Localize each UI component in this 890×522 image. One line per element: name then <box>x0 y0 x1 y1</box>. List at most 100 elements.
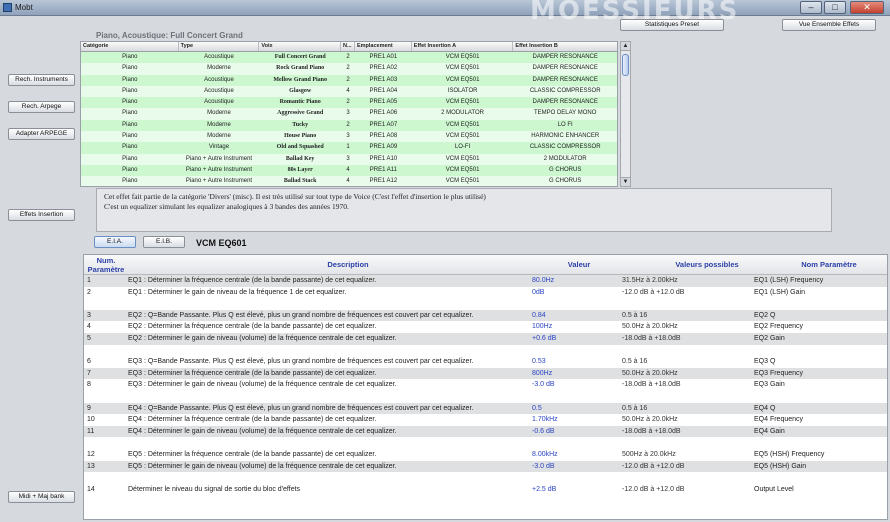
scroll-up-icon[interactable]: ▲ <box>621 42 630 51</box>
param-number: 5 <box>87 334 91 342</box>
parameter-row[interactable]: 12 EQ5 : Déterminer la fréquence centrale… <box>84 449 887 461</box>
voice-table-row[interactable]: Piano Vintage Old and Squashed 1 PRE1 A09 LO-… <box>81 142 617 154</box>
column-header-description[interactable]: Description <box>128 260 568 269</box>
parameter-spacer-row <box>84 472 887 484</box>
effects-overview-button[interactable]: Vue Ensemble Effets <box>782 19 876 31</box>
cell-location: PRE1 A01 <box>369 54 398 60</box>
voice-table-row[interactable]: Piano Piano + Autre Instrument Ballad Key 3… <box>81 153 617 165</box>
param-value[interactable]: 0dB <box>532 287 612 299</box>
param-value[interactable]: -0.6 dB <box>532 426 612 438</box>
column-header-value[interactable]: Valeur <box>554 260 604 269</box>
search-arpeggio-button[interactable]: Rech. Arpege <box>8 101 75 113</box>
column-header-voice[interactable]: Voix <box>259 42 342 51</box>
param-description: EQ4 : Q=Bande Passante. Plus Q est élevé… <box>128 404 474 412</box>
param-value[interactable]: -3.0 dB <box>532 461 612 473</box>
tab-insertion-a[interactable]: E.I.A. <box>94 236 136 248</box>
voice-table-row[interactable]: Piano Moderne House Piano 3 PRE1 A08 VCM EQ50… <box>81 131 617 143</box>
parameter-row[interactable]: 2 EQ1 : Déterminer le gain de niveau de l… <box>84 287 887 299</box>
parameter-row[interactable]: 13 EQ5 : Déterminer le gain de niveau (vo… <box>84 460 887 473</box>
scroll-thumb[interactable] <box>622 54 629 76</box>
param-value[interactable]: 80.0Hz <box>532 275 612 287</box>
parameter-row[interactable]: 3 EQ2 : Q=Bande Passante. Plus Q est élev… <box>84 309 887 322</box>
cell-insertion-b: TEMPO DELAY MONO <box>533 110 597 117</box>
cell-insertion-a: VCM EQ501 <box>445 166 480 173</box>
cell-category: Piano <box>122 121 138 128</box>
param-value[interactable]: 100Hz <box>532 321 612 333</box>
column-header-param-number[interactable]: Num. Paramètre <box>86 256 126 274</box>
parameter-table-header: Num. Paramètre Description Valeur Valeur… <box>84 255 887 275</box>
param-description: EQ1 : Déterminer la fréquence centrale (… <box>128 277 377 284</box>
column-header-insertion-a[interactable]: Effet Insertion A <box>412 42 514 51</box>
cell-voice: Tucky <box>292 121 309 128</box>
voice-table-row[interactable]: Piano Acoustique Mellow Grand Piano 2 PRE1 A… <box>81 74 617 86</box>
minimize-button[interactable]: – <box>800 1 822 14</box>
voice-table-body: Piano Acoustique Full Concert Grand 2 PRE1 A… <box>81 52 617 186</box>
param-number: 6 <box>87 358 91 366</box>
cell-type: Acoustique <box>204 54 234 60</box>
search-instruments-button[interactable]: Rech. Instruments <box>8 74 75 86</box>
cell-insertion-a: ISOLATOR <box>447 87 478 94</box>
voice-table: Catégorie Type Voix N... Emplacement Eff… <box>80 41 618 187</box>
column-header-number[interactable]: N... <box>341 42 355 51</box>
cell-voice: House Piano <box>284 133 317 140</box>
param-range: 50.0Hz à 20.0kHz <box>622 323 678 331</box>
param-value[interactable]: 0.53 <box>532 356 612 368</box>
voice-table-row[interactable]: Piano Moderne Tucky 2 PRE1 A07 VCM EQ501 LO FI <box>81 119 617 132</box>
insertion-effects-button[interactable]: Effets Insertion <box>8 209 75 221</box>
param-number: 11 <box>87 427 95 435</box>
param-value[interactable]: 1.70kHz <box>532 414 612 426</box>
parameter-row[interactable]: 14 Déterminer le niveau du signal de sort… <box>84 484 887 496</box>
description-line-1: Cet effet fait partie de la catégorie 'D… <box>104 192 486 201</box>
param-value[interactable]: 800Hz <box>532 368 612 380</box>
maximize-button[interactable]: □ <box>824 1 846 14</box>
param-value[interactable]: -3.0 dB <box>532 379 612 391</box>
voice-table-row[interactable]: Piano Piano + Autre Instrument Ballad Stac… <box>81 176 617 186</box>
voice-table-row[interactable]: Piano Moderne Rock Grand Piano 2 PRE1 A02 VCM… <box>81 63 617 75</box>
column-header-possible-values[interactable]: Valeurs possibles <box>642 260 772 269</box>
column-header-location[interactable]: Emplacement <box>355 42 412 51</box>
param-value[interactable]: +0.6 dB <box>532 333 612 345</box>
column-header-type[interactable]: Type <box>179 42 260 51</box>
voice-table-row[interactable]: Piano Acoustique Romantic Piano 2 PRE1 A05 VC… <box>81 97 617 109</box>
cell-voice: Full Concert Grand <box>274 54 326 60</box>
voice-table-row[interactable]: Piano Acoustique Glasgow 4 PRE1 A04 ISOLATOR C… <box>81 85 617 98</box>
scroll-down-icon[interactable]: ▼ <box>621 177 630 186</box>
param-value[interactable]: 0.5 <box>532 403 612 415</box>
param-range: -12.0 dB à +12.0 dB <box>622 485 685 493</box>
param-value[interactable]: 0.84 <box>532 310 612 322</box>
param-value[interactable]: 8.00kHz <box>532 449 612 461</box>
cell-insertion-a: VCM EQ501 <box>445 76 480 83</box>
cell-number: 1 <box>346 144 350 151</box>
cell-insertion-b: LO FI <box>557 121 573 128</box>
voice-table-row[interactable]: Piano Piano + Autre Instrument 80s Layer 4 P… <box>81 164 617 177</box>
tab-insertion-b[interactable]: E.I.B. <box>143 236 185 248</box>
parameter-row[interactable]: 1 EQ1 : Déterminer la fréquence centrale … <box>84 275 887 287</box>
column-header-param-name[interactable]: Nom Paramètre <box>774 260 884 269</box>
parameter-row[interactable]: 7 EQ3 : Déterminer la fréquence centrale … <box>84 367 887 380</box>
param-number: 13 <box>87 462 95 470</box>
column-header-category[interactable]: Catégorie <box>81 42 179 51</box>
cell-insertion-a: VCM EQ501 <box>445 99 480 106</box>
adapt-arpeggio-button[interactable]: Adapter ARPEGE <box>8 128 75 140</box>
parameter-row[interactable]: 9 EQ4 : Q=Bande Passante. Plus Q est élev… <box>84 402 887 415</box>
cell-insertion-b: G CHORUS <box>549 178 582 185</box>
cell-location: PRE1 A10 <box>369 155 398 162</box>
voice-table-row[interactable]: Piano Acoustique Full Concert Grand 2 PRE1 A… <box>81 52 617 64</box>
parameter-row[interactable]: 5 EQ2 : Déterminer le gain de niveau (vol… <box>84 332 887 345</box>
param-value[interactable]: +2.5 dB <box>532 484 612 496</box>
column-header-insertion-b[interactable]: Effet Insertion B <box>513 42 617 51</box>
voice-table-scrollbar[interactable]: ▲ ▼ <box>620 41 631 187</box>
voice-table-row[interactable]: Piano Moderne Aggressive Grand 3 PRE1 A06 2 M… <box>81 108 617 120</box>
parameter-row[interactable]: 6 EQ3 : Q=Bande Passante. Plus Q est élev… <box>84 356 887 368</box>
parameter-row[interactable]: 10 EQ4 : Déterminer la fréquence centrale… <box>84 414 887 426</box>
parameter-row[interactable]: 11 EQ4 : Déterminer le gain de niveau (vo… <box>84 425 887 438</box>
cell-category: Piano <box>122 144 138 151</box>
statistics-preset-button[interactable]: Statistiques Preset <box>620 19 724 31</box>
parameter-row[interactable]: 8 EQ3 : Déterminer le gain de niveau (vol… <box>84 379 887 391</box>
param-name: EQ3 Q <box>754 358 776 366</box>
parameter-row[interactable]: 4 EQ2 : Déterminer la fréquence centrale … <box>84 321 887 333</box>
midi-update-bank-button[interactable]: Midi + Maj bank <box>8 491 75 503</box>
param-name: EQ1 (LSH) Frequency <box>754 277 824 284</box>
close-button[interactable]: ✕ <box>850 1 884 14</box>
param-number: 1 <box>87 277 91 284</box>
